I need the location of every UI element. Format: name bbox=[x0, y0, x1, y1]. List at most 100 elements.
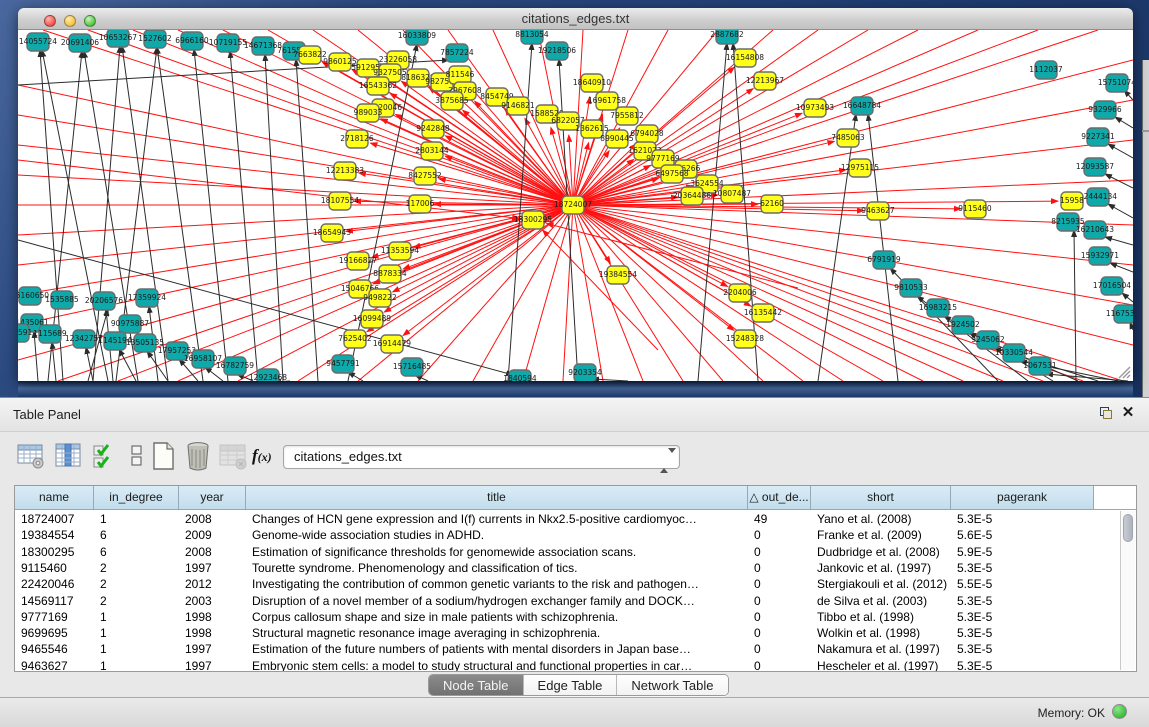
vertical-scrollbar[interactable] bbox=[1120, 511, 1135, 670]
window-titlebar[interactable]: citations_edges.txt bbox=[18, 8, 1133, 30]
graph-node-6791919[interactable]: 6791919 bbox=[867, 251, 901, 269]
graph-node-16154808[interactable]: 16154808 bbox=[726, 49, 764, 67]
column-header-out_de[interactable]: △ out_de... bbox=[748, 486, 811, 510]
graph-node-117006[interactable]: 117006 bbox=[406, 195, 435, 213]
graph-node-1067531[interactable]: 1067531 bbox=[1023, 357, 1057, 375]
table-cell[interactable]: Changes of HCN gene expression and I(f) … bbox=[246, 511, 748, 528]
table-cell[interactable]: 0 bbox=[748, 625, 811, 642]
table-cell[interactable]: 2003 bbox=[179, 593, 246, 610]
table-cell[interactable]: 6 bbox=[94, 544, 179, 561]
graph-node-12923468[interactable]: 12923468 bbox=[249, 369, 287, 381]
graph-node-9329966[interactable]: 9329966 bbox=[1088, 101, 1122, 119]
table-cell[interactable]: 18300295 bbox=[15, 544, 94, 561]
table-cell[interactable]: 0 bbox=[748, 544, 811, 561]
tab-node-table[interactable]: Node Table bbox=[429, 675, 524, 696]
graph-node-17016504[interactable]: 17016504 bbox=[1093, 277, 1131, 295]
graph-node-12444134[interactable]: 12444134 bbox=[1079, 188, 1117, 206]
show-columns-icon[interactable] bbox=[53, 440, 83, 472]
network-canvas[interactable]: 1405572420691406106532671527602696616010… bbox=[18, 30, 1133, 381]
table-cell[interactable]: 9463627 bbox=[15, 658, 94, 672]
table-cell[interactable]: 22420046 bbox=[15, 576, 94, 593]
table-cell[interactable]: 5.3E-5 bbox=[951, 641, 1094, 658]
tab-edge-table[interactable]: Edge Table bbox=[524, 675, 618, 696]
column-header-year[interactable]: year bbox=[179, 486, 246, 510]
table-cell[interactable]: 2008 bbox=[179, 544, 246, 561]
table-cell[interactable]: Nakamura et al. (1997) bbox=[811, 641, 951, 658]
table-cell[interactable]: Structural magnetic resonance image aver… bbox=[246, 625, 748, 642]
graph-node-20691406[interactable]: 20691406 bbox=[61, 34, 99, 52]
table-cell[interactable]: Yano et al. (2008) bbox=[811, 511, 951, 528]
close-panel-icon[interactable]: ✕ bbox=[1120, 405, 1136, 421]
table-cell[interactable]: 0 bbox=[748, 593, 811, 610]
table-cell[interactable]: 2009 bbox=[179, 527, 246, 544]
table-cell[interactable]: 6 bbox=[94, 527, 179, 544]
table-cell[interactable]: 9699695 bbox=[15, 625, 94, 642]
table-cell[interactable]: Wolkin et al. (1998) bbox=[811, 625, 951, 642]
table-cell[interactable]: 2008 bbox=[179, 511, 246, 528]
graph-node-9115460[interactable]: 9115460 bbox=[958, 200, 992, 218]
table-cell[interactable]: 1 bbox=[94, 658, 179, 672]
graph-node-16135442[interactable]: 16135442 bbox=[744, 304, 782, 322]
graph-node-7485063[interactable]: 7485063 bbox=[831, 129, 865, 147]
table-cell[interactable]: 2 bbox=[94, 593, 179, 610]
graph-node-15716485[interactable]: 15716485 bbox=[393, 358, 431, 376]
graph-node-8427552[interactable]: 8427552 bbox=[408, 167, 442, 185]
table-cell[interactable]: Jankovic et al. (1997) bbox=[811, 560, 951, 577]
table-cell[interactable]: 1998 bbox=[179, 625, 246, 642]
table-cell[interactable]: Corpus callosum shape and size in male p… bbox=[246, 609, 748, 626]
scrollbar-thumb[interactable] bbox=[1123, 514, 1133, 542]
table-cell[interactable]: 0 bbox=[748, 560, 811, 577]
graph-node-10719155[interactable]: 10719155 bbox=[209, 34, 247, 52]
float-panel-icon[interactable] bbox=[1098, 406, 1114, 422]
graph-node-90975887[interactable]: 90975887 bbox=[111, 315, 149, 333]
graph-node-16914479[interactable]: 16914479 bbox=[373, 335, 411, 353]
graph-node-9203354[interactable]: 9203354 bbox=[568, 364, 602, 381]
table-cell[interactable]: 0 bbox=[748, 609, 811, 626]
table-cell[interactable]: 1 bbox=[94, 625, 179, 642]
graph-node-12093587[interactable]: 12093587 bbox=[1076, 158, 1114, 176]
table-cell[interactable]: 18724007 bbox=[15, 511, 94, 528]
table-cell[interactable]: 0 bbox=[748, 576, 811, 593]
graph-node-7625402[interactable]: 7625402 bbox=[338, 330, 372, 348]
graph-node-15932971[interactable]: 15932971 bbox=[1081, 247, 1119, 265]
table-cell[interactable]: Dudbridge et al. (2008) bbox=[811, 544, 951, 561]
table-cell[interactable]: 2 bbox=[94, 560, 179, 577]
table-cell[interactable]: 1997 bbox=[179, 560, 246, 577]
table-cell[interactable]: 9115460 bbox=[15, 560, 94, 577]
table-cell[interactable]: 0 bbox=[748, 527, 811, 544]
graph-node-2887682[interactable]: 2887682 bbox=[710, 30, 744, 44]
column-header-pagerank[interactable]: pagerank bbox=[951, 486, 1094, 510]
graph-node-11675318[interactable]: 11675318 bbox=[1106, 305, 1133, 323]
graph-node-62160[interactable]: 62160 bbox=[760, 195, 784, 213]
column-header-name[interactable]: name bbox=[15, 486, 94, 510]
table-cell[interactable]: Genome-wide association studies in ADHD. bbox=[246, 527, 748, 544]
graph-node-15958[interactable]: 15958 bbox=[1060, 192, 1084, 210]
table-cell[interactable]: Hescheler et al. (1997) bbox=[811, 658, 951, 672]
graph-node-18107554[interactable]: 18107554 bbox=[321, 192, 359, 210]
graph-node-10653267[interactable]: 10653267 bbox=[99, 30, 137, 47]
graph-node-10973493[interactable]: 10973493 bbox=[796, 99, 834, 117]
column-header-in_degree[interactable]: in_degree bbox=[94, 486, 179, 510]
table-cell[interactable]: Tourette syndrome. Phenomenology and cla… bbox=[246, 560, 748, 577]
graph-node-1535885[interactable]: 1535885 bbox=[45, 291, 79, 309]
graph-node-16033809[interactable]: 16033809 bbox=[398, 30, 436, 45]
graph-node-1924502[interactable]: 1924502 bbox=[946, 316, 980, 334]
table-cell[interactable]: 5.3E-5 bbox=[951, 658, 1094, 672]
table-cell[interactable]: 5.3E-5 bbox=[951, 593, 1094, 610]
column-header-short[interactable]: short bbox=[811, 486, 951, 510]
table-cell[interactable]: Stergiakouli et al. (2012) bbox=[811, 576, 951, 593]
select-all-columns-icon[interactable] bbox=[90, 440, 120, 472]
graph-node-9810533[interactable]: 9810533 bbox=[894, 279, 928, 297]
table-cell[interactable]: 0 bbox=[748, 641, 811, 658]
table-cell[interactable]: 9465546 bbox=[15, 641, 94, 658]
graph-node-9227341[interactable]: 9227341 bbox=[1081, 128, 1115, 146]
graph-node-15248328[interactable]: 15248328 bbox=[726, 330, 764, 348]
graph-node-6794028[interactable]: 6794028 bbox=[630, 125, 664, 143]
graph-node-14055724[interactable]: 14055724 bbox=[19, 33, 57, 51]
table-cell[interactable]: 1 bbox=[94, 609, 179, 626]
table-cell[interactable]: 0 bbox=[748, 658, 811, 672]
table-cell[interactable]: 5.3E-5 bbox=[951, 625, 1094, 642]
table-cell[interactable]: 1997 bbox=[179, 658, 246, 672]
graph-node-2718126[interactable]: 2718126 bbox=[340, 130, 374, 148]
table-cell[interactable]: 19384554 bbox=[15, 527, 94, 544]
